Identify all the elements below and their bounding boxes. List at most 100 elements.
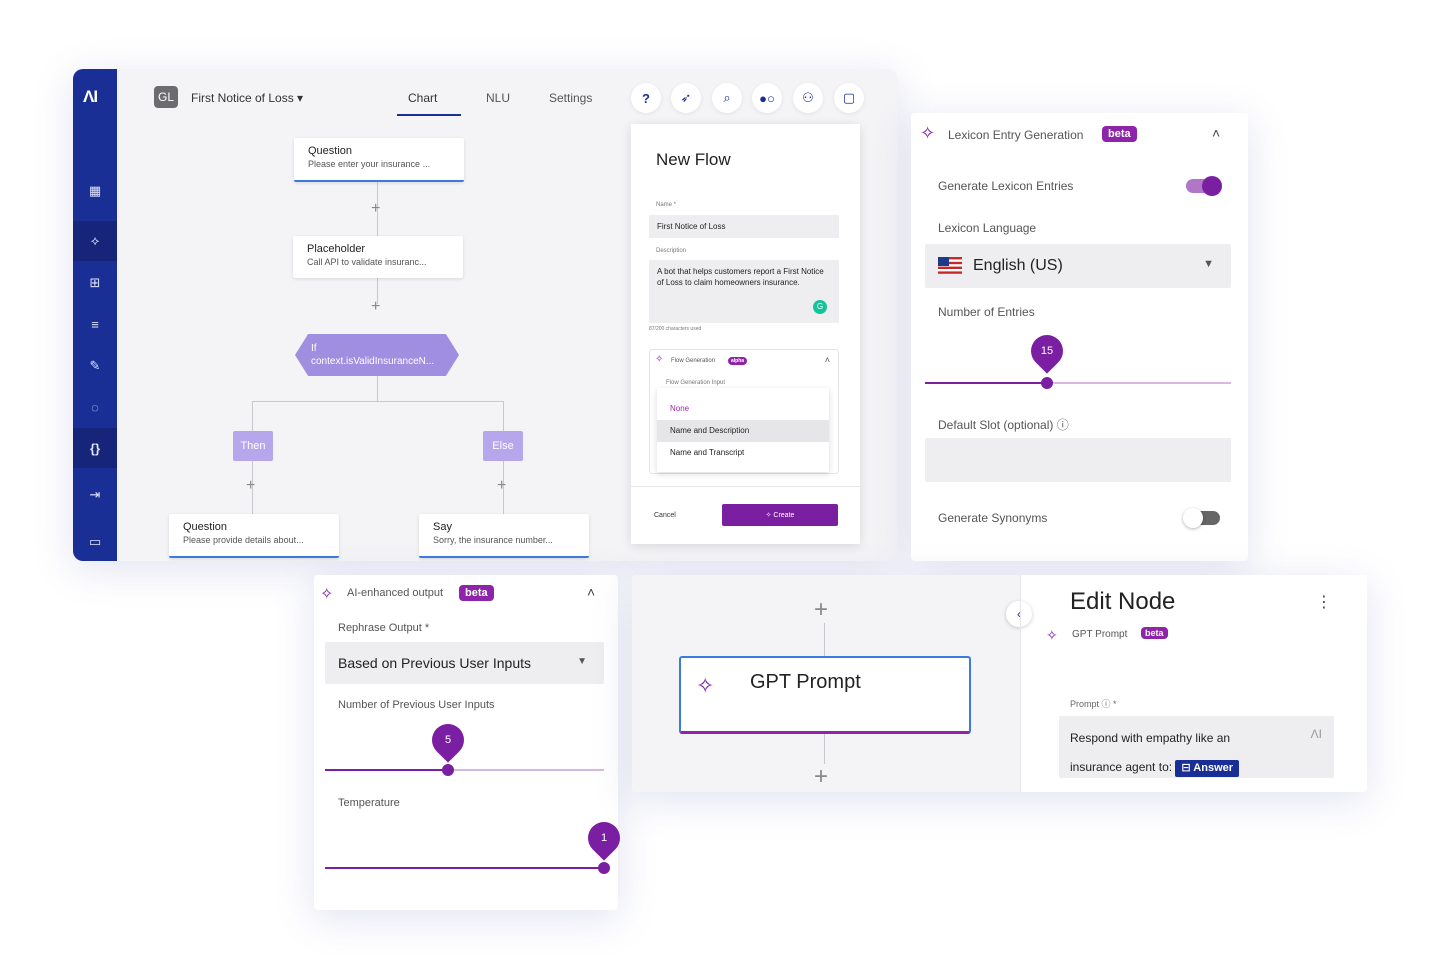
tab-chart[interactable]: Chart	[408, 91, 437, 105]
rephrase-value: Based on Previous User Inputs	[338, 655, 531, 671]
help-icon[interactable]: ?	[631, 83, 661, 113]
add-node-button[interactable]: +	[246, 477, 255, 495]
sparkle-icon: ✧	[696, 673, 715, 698]
chevron-up-icon[interactable]: ˄	[825, 355, 830, 365]
prompt-label: Prompt ⓘ *	[1070, 699, 1117, 709]
add-node-button[interactable]: +	[371, 298, 380, 316]
synonyms-label: Generate Synonyms	[938, 511, 1048, 525]
gpt-prompt-node[interactable]: ✧ GPT Prompt	[679, 656, 971, 734]
question-node[interactable]: Question Please provide details about...	[169, 514, 339, 558]
sparkle-icon: ✧	[765, 512, 774, 519]
node-subtitle: Call API to validate insuranc...	[307, 257, 427, 267]
sparkle-icon: ✧	[320, 586, 334, 603]
tab-nlu[interactable]: NLU	[486, 91, 510, 105]
add-node-button[interactable]: +	[814, 764, 829, 790]
grammar-check-icon[interactable]: G	[813, 300, 827, 314]
chat-icon[interactable]: ▢	[834, 83, 864, 113]
description-label: Description	[656, 248, 687, 254]
add-node-button[interactable]: +	[497, 477, 506, 495]
synonyms-toggle[interactable]	[1183, 508, 1220, 528]
lexicon-generation-panel: ✧ Lexicon Entry Generation beta ˄ Genera…	[911, 113, 1248, 561]
search-icon[interactable]: ⌕	[712, 83, 742, 113]
add-node-button[interactable]: +	[814, 597, 829, 623]
more-options-icon[interactable]: ⋮	[1316, 592, 1332, 612]
option-name-description[interactable]: Name and Description	[657, 420, 829, 442]
slider-handle[interactable]	[441, 764, 454, 776]
default-slot-label: Default Slot (optional) ⓘ	[938, 418, 1069, 432]
gpt-canvas: + + ✧ GPT Prompt	[632, 575, 1020, 792]
node-type-label: GPT Prompt	[1072, 629, 1128, 640]
rephrase-select[interactable]: Based on Previous User Inputs ▼	[325, 642, 604, 684]
else-branch[interactable]: Else	[483, 431, 523, 461]
generate-entries-toggle[interactable]	[1186, 176, 1222, 196]
create-button[interactable]: ✧ Create	[722, 504, 838, 526]
exit-icon[interactable]: ⇥	[73, 475, 117, 515]
rocket-icon[interactable]: ⟡	[73, 221, 117, 261]
collapse-chevron-icon[interactable]: ˄	[587, 584, 595, 600]
compass-icon[interactable]: ➶	[671, 83, 701, 113]
us-flag-icon	[938, 257, 962, 274]
flow-selector[interactable]: First Notice of Loss ▾	[191, 91, 303, 105]
name-label: Name *	[656, 202, 677, 208]
info-icon: ⓘ	[1056, 418, 1069, 432]
dialog-title: New Flow	[656, 150, 731, 169]
slider-handle[interactable]	[1041, 377, 1054, 389]
option-none[interactable]: None	[657, 398, 829, 420]
ai-enhanced-output-panel: ✧ AI-enhanced output beta ˄ Rephrase Out…	[314, 575, 627, 910]
default-slot-field[interactable]	[925, 438, 1231, 482]
flow-generation-input-label: Flow Generation Input	[666, 380, 726, 386]
prev-inputs-value: 5	[444, 734, 451, 746]
language-select[interactable]: English (US) ▼	[925, 244, 1231, 288]
node-subtitle: Please provide details about...	[183, 535, 304, 545]
node-subtitle: Please enter your insurance ...	[308, 159, 431, 169]
generate-entries-label: Generate Lexicon Entries	[938, 179, 1074, 193]
gpt-prompt-editor: + + ✧ GPT Prompt ‹ Edit Node ⋮ ✧ GPT Pro…	[632, 575, 1367, 792]
name-field[interactable]: First Notice of Loss	[649, 215, 839, 238]
node-title: Say	[433, 521, 452, 533]
say-node[interactable]: Say Sorry, the insurance number...	[419, 514, 589, 558]
messages-icon[interactable]: ▭	[73, 522, 117, 561]
char-count: 87/200 characters used	[649, 326, 702, 332]
temperature-label: Temperature	[338, 797, 400, 809]
add-node-button[interactable]: +	[371, 200, 380, 218]
language-label: Lexicon Language	[938, 221, 1037, 235]
then-branch[interactable]: Then	[233, 431, 273, 461]
list-icon[interactable]: ≡	[73, 304, 117, 344]
temperature-value: 1	[600, 832, 608, 844]
answer-token-chip[interactable]: ⊟ Answer	[1175, 760, 1240, 777]
collapse-panel-button[interactable]: ‹	[1006, 601, 1032, 627]
node-title: Question	[308, 145, 353, 157]
question-node[interactable]: Question Please enter your insurance ...	[294, 138, 464, 182]
chevron-down-icon: ▼	[577, 656, 587, 667]
collapse-chevron-icon[interactable]: ˄	[1212, 125, 1220, 141]
entries-label: Number of Entries	[938, 305, 1035, 319]
node-title: Placeholder	[307, 243, 366, 255]
entries-value-bubble: 15	[1024, 328, 1071, 374]
flow-icon[interactable]: ⊞	[73, 263, 117, 303]
chevron-down-icon: ▼	[1203, 258, 1214, 270]
user-icon[interactable]: ⚇	[793, 83, 823, 113]
tab-settings[interactable]: Settings	[549, 91, 592, 105]
sparkle-icon: ✧	[655, 354, 664, 365]
prompt-field[interactable]: Respond with empathy like an insurance a…	[1059, 716, 1334, 778]
cancel-button[interactable]: Cancel	[654, 512, 676, 519]
slider-handle[interactable]	[598, 862, 610, 874]
chevron-down-icon: ▾	[297, 91, 304, 105]
prev-inputs-label: Number of Previous User Inputs	[338, 699, 495, 711]
grid-icon[interactable]: ▦	[73, 171, 117, 211]
toggle-view-icon[interactable]: ●○	[752, 83, 782, 113]
if-condition: context.isValidInsuranceN...	[311, 356, 435, 367]
description-field[interactable]: A bot that helps customers report a Firs…	[649, 260, 839, 323]
flow-avatar: GL	[154, 86, 178, 108]
entries-value: 15	[1041, 345, 1054, 357]
option-name-transcript[interactable]: Name and Transcript	[657, 442, 829, 464]
sparkle-icon: ✧	[920, 123, 936, 143]
new-flow-dialog: New Flow Name * First Notice of Loss Des…	[631, 124, 860, 544]
placeholder-node[interactable]: Placeholder Call API to validate insuran…	[293, 236, 463, 278]
braces-icon[interactable]: {}	[73, 428, 117, 468]
rephrase-label: Rephrase Output *	[338, 622, 430, 634]
sparkle-icon: ✧	[1046, 627, 1058, 643]
bulb-icon[interactable]: ◌	[73, 387, 117, 427]
if-node[interactable]: If context.isValidInsuranceN...	[295, 334, 459, 376]
wrench-icon[interactable]: ✎	[73, 346, 117, 386]
